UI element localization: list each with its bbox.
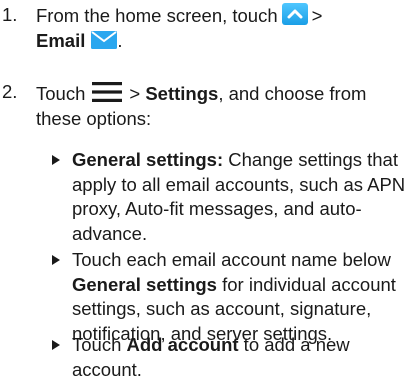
email-label: Email (36, 29, 86, 51)
chevron-up-icon (281, 3, 308, 25)
bullet-general-settings: General settings: Change settings that a… (52, 148, 406, 246)
email-icon (91, 30, 118, 49)
bullet-marker (52, 255, 60, 265)
step-number: 2. (2, 81, 18, 102)
bullet-add-account: Touch Add account to add a new account. (52, 333, 406, 382)
step-2-separator: > (129, 83, 146, 104)
step-2-body: Touch > Settings, and choose from these … (36, 80, 406, 131)
settings-label: Settings (145, 83, 219, 104)
step-1-separator: > (311, 5, 323, 26)
bullet-bold: Add account (126, 334, 239, 355)
step-1-text: From the home screen, touch (36, 5, 278, 26)
step-2-text: Touch (36, 83, 86, 104)
bullet-marker (52, 155, 60, 165)
bullet-text-a: Touch (72, 334, 127, 355)
step-1-body: From the home screen, touch > Email . (36, 3, 406, 53)
bullet-bold: General settings: (72, 149, 224, 170)
bullet-account-settings: Touch each email account name below Gene… (52, 248, 406, 346)
step-1-end: . (117, 29, 123, 51)
bullet-marker (52, 340, 60, 350)
bullet-bold: General settings (72, 273, 217, 295)
bullet-text-a: Touch each email account name below (72, 249, 391, 270)
menu-icon (91, 80, 123, 104)
step-number: 1. (2, 4, 18, 25)
